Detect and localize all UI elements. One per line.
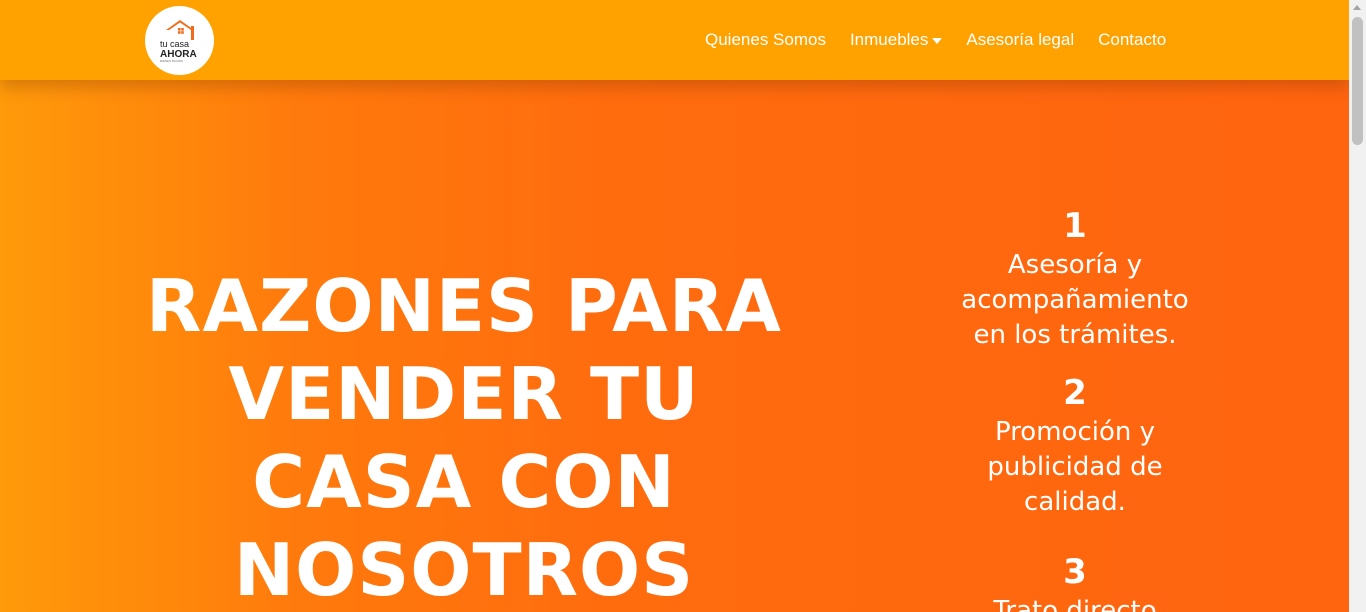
- reason-text-line: publicidad de: [987, 452, 1163, 482]
- reason-number: 3: [1063, 552, 1087, 592]
- reason-text-line: Promoción y: [994, 417, 1156, 447]
- reason-item: 2 Promoción y publicidad de calidad.: [915, 371, 1235, 520]
- main-nav: Quienes Somos Inmuebles Asesoría legal C…: [705, 29, 1166, 51]
- reason-number: 1: [1063, 206, 1087, 246]
- page-scrollbar[interactable]: [1349, 0, 1366, 612]
- reason-item: 1 Asesoría y acompañamiento en los trámi…: [915, 204, 1235, 353]
- nav-inmuebles-label: Inmuebles: [849, 30, 929, 49]
- logo-tagline: BIENES RAICES: [160, 59, 183, 63]
- reason-item: 3 Trato directo: [915, 550, 1235, 612]
- reason-text-line: acompañamiento: [961, 285, 1189, 315]
- nav-contacto[interactable]: Contacto: [1098, 29, 1166, 51]
- headline-line: CASA CON: [252, 440, 676, 524]
- top-navbar: tu casa AHORA BIENES RAICES Quienes Somo…: [0, 0, 1349, 80]
- caret-down-icon: [932, 37, 943, 44]
- headline-line: NOSOTROS: [233, 528, 695, 612]
- reason-text-line: calidad.: [1024, 487, 1126, 517]
- reason-number: 2: [1063, 373, 1087, 413]
- reason-text-line: en los trámites.: [973, 320, 1177, 350]
- house-icon: tu casa AHORA BIENES RAICES: [160, 20, 197, 63]
- nav-quienes-somos[interactable]: Quienes Somos: [705, 29, 826, 51]
- logo-line1: tu casa: [160, 39, 189, 49]
- scroll-thumb[interactable]: [1352, 17, 1363, 145]
- page: RAZONES PARA VENDER TU CASA CON NOSOTROS…: [0, 0, 1366, 612]
- headline-line: VENDER TU: [228, 352, 700, 436]
- nav-inmuebles-dropdown[interactable]: Inmuebles: [849, 29, 943, 51]
- nav-asesoria-legal[interactable]: Asesoría legal: [966, 29, 1074, 51]
- hero-banner: RAZONES PARA VENDER TU CASA CON NOSOTROS…: [0, 0, 1349, 612]
- headline-line: RAZONES PARA: [146, 264, 782, 348]
- reason-text-line: Asesoría y: [1007, 250, 1143, 280]
- scroll-up-arrow-icon[interactable]: [1353, 5, 1361, 10]
- hero-headline: RAZONES PARA VENDER TU CASA CON NOSOTROS: [140, 262, 788, 612]
- brand-logo[interactable]: tu casa AHORA BIENES RAICES: [145, 6, 214, 75]
- reasons-list: 1 Asesoría y acompañamiento en los trámi…: [915, 204, 1235, 612]
- reason-text-line: Trato directo: [993, 596, 1157, 612]
